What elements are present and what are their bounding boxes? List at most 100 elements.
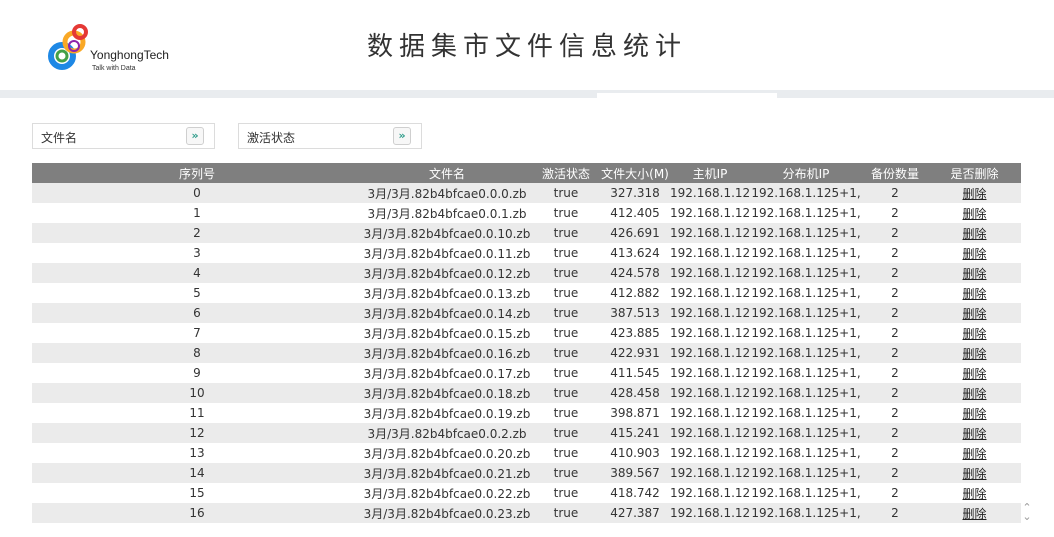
cell-file-name: 3月/3月.82b4bfcae0.0.11.zb <box>362 243 532 263</box>
cell-serial: 3 <box>32 243 362 263</box>
column-header-delete[interactable]: 是否删除 <box>928 163 1021 183</box>
column-header-serial[interactable]: 序列号 <box>32 163 362 183</box>
table-row[interactable]: 10 3月/3月.82b4bfcae0.0.18.zb true 428.458 192… <box>32 383 1021 403</box>
cell-distributed-ip: 192.168.1.125+1, <box>750 363 862 383</box>
cell-active-status: true <box>532 183 600 203</box>
cell-serial: 13 <box>32 443 362 463</box>
cell-backup-count: 2 <box>862 463 928 483</box>
file-name-filter-dropdown-button[interactable]: » <box>186 127 204 145</box>
table-row[interactable]: 2 3月/3月.82b4bfcae0.0.10.zb true 426.691 192.… <box>32 223 1021 243</box>
cell-file-size: 423.885 <box>600 323 670 343</box>
cell-active-status: true <box>532 483 600 503</box>
table-row[interactable]: 8 3月/3月.82b4bfcae0.0.16.zb true 422.931 192.… <box>32 343 1021 363</box>
table-row[interactable]: 14 3月/3月.82b4bfcae0.0.21.zb true 389.567 192… <box>32 463 1021 483</box>
cell-serial: 5 <box>32 283 362 303</box>
cell-file-name: 3月/3月.82b4bfcae0.0.19.zb <box>362 403 532 423</box>
column-header-file-size[interactable]: 文件大小(M) <box>600 163 670 183</box>
scroll-up-down-icon[interactable]: ⌃ ⌄ <box>1021 502 1033 522</box>
cell-file-size: 428.458 <box>600 383 670 403</box>
cell-host-ip: 192.168.1.12 <box>670 263 750 283</box>
cell-file-name: 3月/3月.82b4bfcae0.0.12.zb <box>362 263 532 283</box>
cell-backup-count: 2 <box>862 483 928 503</box>
cell-backup-count: 2 <box>862 263 928 283</box>
cell-distributed-ip: 192.168.1.125+1, <box>750 323 862 343</box>
cell-file-size: 412.882 <box>600 283 670 303</box>
delete-link[interactable]: 删除 <box>928 243 1021 263</box>
delete-link[interactable]: 删除 <box>928 503 1021 523</box>
cell-host-ip: 192.168.1.12 <box>670 183 750 203</box>
delete-link[interactable]: 删除 <box>928 303 1021 323</box>
column-header-backup-count[interactable]: 备份数量 <box>862 163 928 183</box>
active-status-filter-dropdown-button[interactable]: » <box>393 127 411 145</box>
column-header-distributed-ip[interactable]: 分布机IP <box>750 163 862 183</box>
delete-link[interactable]: 删除 <box>928 363 1021 383</box>
cell-serial: 8 <box>32 343 362 363</box>
cell-file-name: 3月/3月.82b4bfcae0.0.15.zb <box>362 323 532 343</box>
delete-link[interactable]: 删除 <box>928 483 1021 503</box>
cell-active-status: true <box>532 443 600 463</box>
cell-serial: 11 <box>32 403 362 423</box>
cell-file-name: 3月/3月.82b4bfcae0.0.20.zb <box>362 443 532 463</box>
column-header-host-ip[interactable]: 主机IP <box>670 163 750 183</box>
file-info-table: 序列号 文件名 激活状态 文件大小(M) 主机IP 分布机IP 备份数量 是否删… <box>32 163 1021 523</box>
cell-serial: 15 <box>32 483 362 503</box>
cell-serial: 10 <box>32 383 362 403</box>
cell-serial: 7 <box>32 323 362 343</box>
file-name-filter[interactable]: 文件名 » <box>32 123 215 149</box>
delete-link[interactable]: 删除 <box>928 383 1021 403</box>
table-row[interactable]: 7 3月/3月.82b4bfcae0.0.15.zb true 423.885 192.… <box>32 323 1021 343</box>
delete-link[interactable]: 删除 <box>928 203 1021 223</box>
delete-link[interactable]: 删除 <box>928 463 1021 483</box>
cell-serial: 6 <box>32 303 362 323</box>
cell-host-ip: 192.168.1.12 <box>670 423 750 443</box>
delete-link[interactable]: 删除 <box>928 343 1021 363</box>
delete-link[interactable]: 删除 <box>928 263 1021 283</box>
column-header-file-name[interactable]: 文件名 <box>362 163 532 183</box>
table-row[interactable]: 9 3月/3月.82b4bfcae0.0.17.zb true 411.545 192.… <box>32 363 1021 383</box>
cell-serial: 14 <box>32 463 362 483</box>
cell-host-ip: 192.168.1.12 <box>670 383 750 403</box>
page-title: 数据集市文件信息统计 <box>366 32 687 62</box>
table-row[interactable]: 6 3月/3月.82b4bfcae0.0.14.zb true 387.513 192.… <box>32 303 1021 323</box>
delete-link[interactable]: 删除 <box>928 223 1021 243</box>
delete-link[interactable]: 删除 <box>928 283 1021 303</box>
cell-host-ip: 192.168.1.12 <box>670 303 750 323</box>
cell-serial: 16 <box>32 503 362 523</box>
table-row[interactable]: 3 3月/3月.82b4bfcae0.0.11.zb true 413.624 192.… <box>32 243 1021 263</box>
cell-active-status: true <box>532 463 600 483</box>
table-row[interactable]: 12 3月/3月.82b4bfcae0.0.2.zb true 415.241 192.… <box>32 423 1021 443</box>
page-header: YonghongTech Talk with Data 数据集市文件信息统计 <box>0 0 1054 90</box>
cell-backup-count: 2 <box>862 203 928 223</box>
cell-distributed-ip: 192.168.1.125+1, <box>750 263 862 283</box>
cell-serial: 2 <box>32 223 362 243</box>
cell-host-ip: 192.168.1.12 <box>670 323 750 343</box>
table-row[interactable]: 15 3月/3月.82b4bfcae0.0.22.zb true 418.742 192… <box>32 483 1021 503</box>
cell-host-ip: 192.168.1.12 <box>670 243 750 263</box>
cell-file-size: 327.318 <box>600 183 670 203</box>
delete-link[interactable]: 删除 <box>928 323 1021 343</box>
cell-host-ip: 192.168.1.12 <box>670 503 750 523</box>
active-status-filter[interactable]: 激活状态 » <box>238 123 422 149</box>
delete-link[interactable]: 删除 <box>928 403 1021 423</box>
table-row[interactable]: 4 3月/3月.82b4bfcae0.0.12.zb true 424.578 192.… <box>32 263 1021 283</box>
delete-link[interactable]: 删除 <box>928 183 1021 203</box>
table-row[interactable]: 1 3月/3月.82b4bfcae0.0.1.zb true 412.405 192.1… <box>32 203 1021 223</box>
delete-link[interactable]: 删除 <box>928 443 1021 463</box>
cell-distributed-ip: 192.168.1.125+1, <box>750 283 862 303</box>
column-header-active-status[interactable]: 激活状态 <box>532 163 600 183</box>
delete-link[interactable]: 删除 <box>928 423 1021 443</box>
cell-host-ip: 192.168.1.12 <box>670 223 750 243</box>
cell-file-name: 3月/3月.82b4bfcae0.0.13.zb <box>362 283 532 303</box>
table-row[interactable]: 13 3月/3月.82b4bfcae0.0.20.zb true 410.903 192… <box>32 443 1021 463</box>
cell-file-size: 410.903 <box>600 443 670 463</box>
cell-file-size: 411.545 <box>600 363 670 383</box>
cell-serial: 4 <box>32 263 362 283</box>
table-row[interactable]: 5 3月/3月.82b4bfcae0.0.13.zb true 412.882 192.… <box>32 283 1021 303</box>
cell-file-size: 398.871 <box>600 403 670 423</box>
table-row[interactable]: 16 3月/3月.82b4bfcae0.0.23.zb true 427.387 192… <box>32 503 1021 523</box>
table-row[interactable]: 11 3月/3月.82b4bfcae0.0.19.zb true 398.871 192… <box>32 403 1021 423</box>
logo-tagline: Talk with Data <box>92 65 136 72</box>
cell-backup-count: 2 <box>862 243 928 263</box>
table-row[interactable]: 0 3月/3月.82b4bfcae0.0.0.zb true 327.318 192.1… <box>32 183 1021 203</box>
cell-file-size: 387.513 <box>600 303 670 323</box>
